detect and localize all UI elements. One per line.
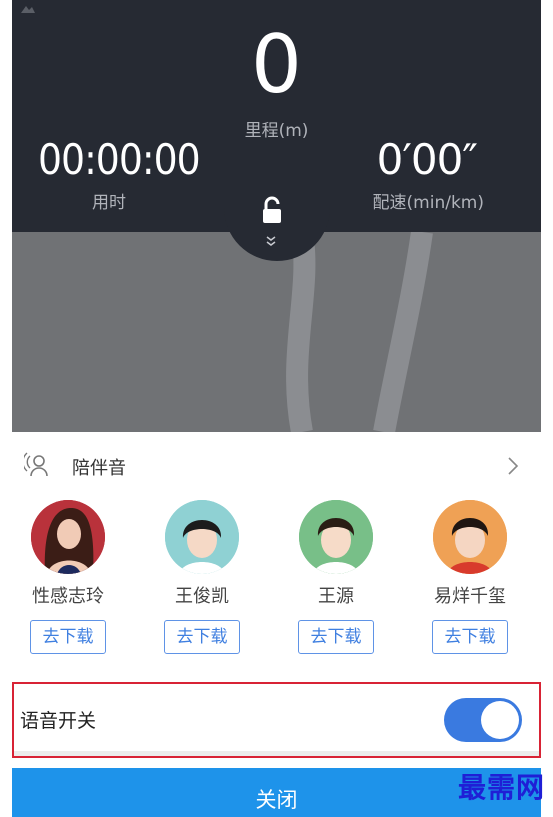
distance-value: 0 [251, 18, 302, 111]
download-button[interactable]: 去下载 [164, 620, 240, 654]
toggle-knob [481, 701, 519, 739]
download-button[interactable]: 去下载 [298, 620, 374, 654]
chevron-right-icon[interactable] [507, 456, 519, 476]
map-view[interactable] [12, 232, 541, 432]
avatar [433, 500, 507, 574]
run-screen: 0 里程(m) 00:00:00 用时 0′00″ 配速(min/km) 陪伴音 [12, 0, 541, 817]
voice-name: 王源 [318, 586, 354, 607]
lock-icon[interactable] [261, 195, 283, 225]
avatar [31, 500, 105, 574]
voice-switch-row: 语音开关 [12, 682, 541, 758]
companion-voice-icon [24, 452, 48, 477]
voice-name: 性感志玲 [32, 586, 104, 607]
voice-name: 易烊千玺 [434, 586, 506, 607]
elapsed-time-value: 00:00:00 [38, 135, 201, 184]
map-roads [286, 232, 433, 432]
download-button[interactable]: 去下载 [30, 620, 106, 654]
pace-value: 0′00″ [376, 135, 478, 184]
voice-card: 王源 去下载 [281, 500, 391, 654]
voice-switch-label: 语音开关 [20, 710, 97, 732]
pace-label: 配速(min/km) [372, 193, 484, 213]
elapsed-time-label: 用时 [92, 193, 126, 213]
companion-voice-header[interactable]: 陪伴音 [12, 444, 541, 488]
status-icon [21, 6, 35, 13]
voice-name: 王俊凯 [175, 586, 229, 607]
divider [14, 751, 539, 756]
companion-voice-title: 陪伴音 [72, 458, 126, 479]
avatar [165, 500, 239, 574]
voice-card: 王俊凯 去下载 [147, 500, 257, 654]
avatar [299, 500, 373, 574]
watermark: 最需网 [457, 771, 545, 804]
voice-card: 易烊千玺 去下载 [415, 500, 525, 654]
voice-card: 性感志玲 去下载 [13, 500, 123, 654]
voice-switch-toggle[interactable] [444, 698, 522, 742]
download-button[interactable]: 去下载 [432, 620, 508, 654]
chevron-down-icon[interactable] [265, 235, 277, 247]
